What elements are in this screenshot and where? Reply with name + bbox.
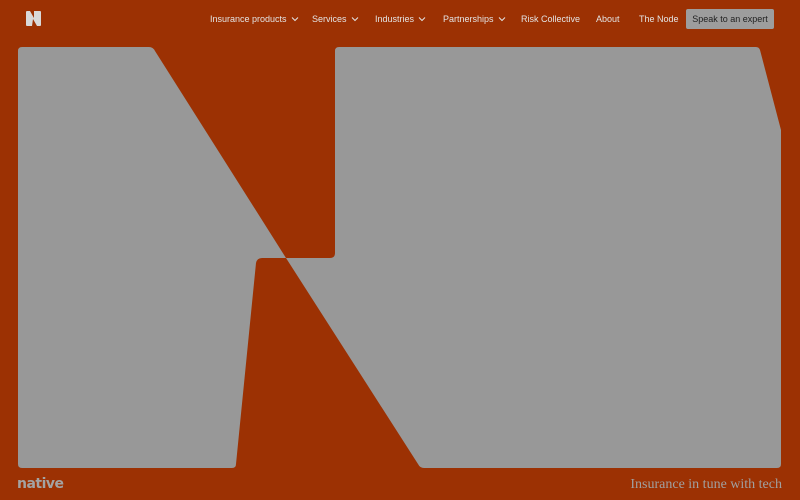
hero-right-shape bbox=[286, 47, 781, 468]
hero-n-graphic bbox=[18, 47, 781, 468]
tagline: Insurance in tune with tech bbox=[630, 477, 782, 492]
native-wordmark: native bbox=[17, 476, 64, 492]
hero-left-shape bbox=[18, 47, 286, 468]
